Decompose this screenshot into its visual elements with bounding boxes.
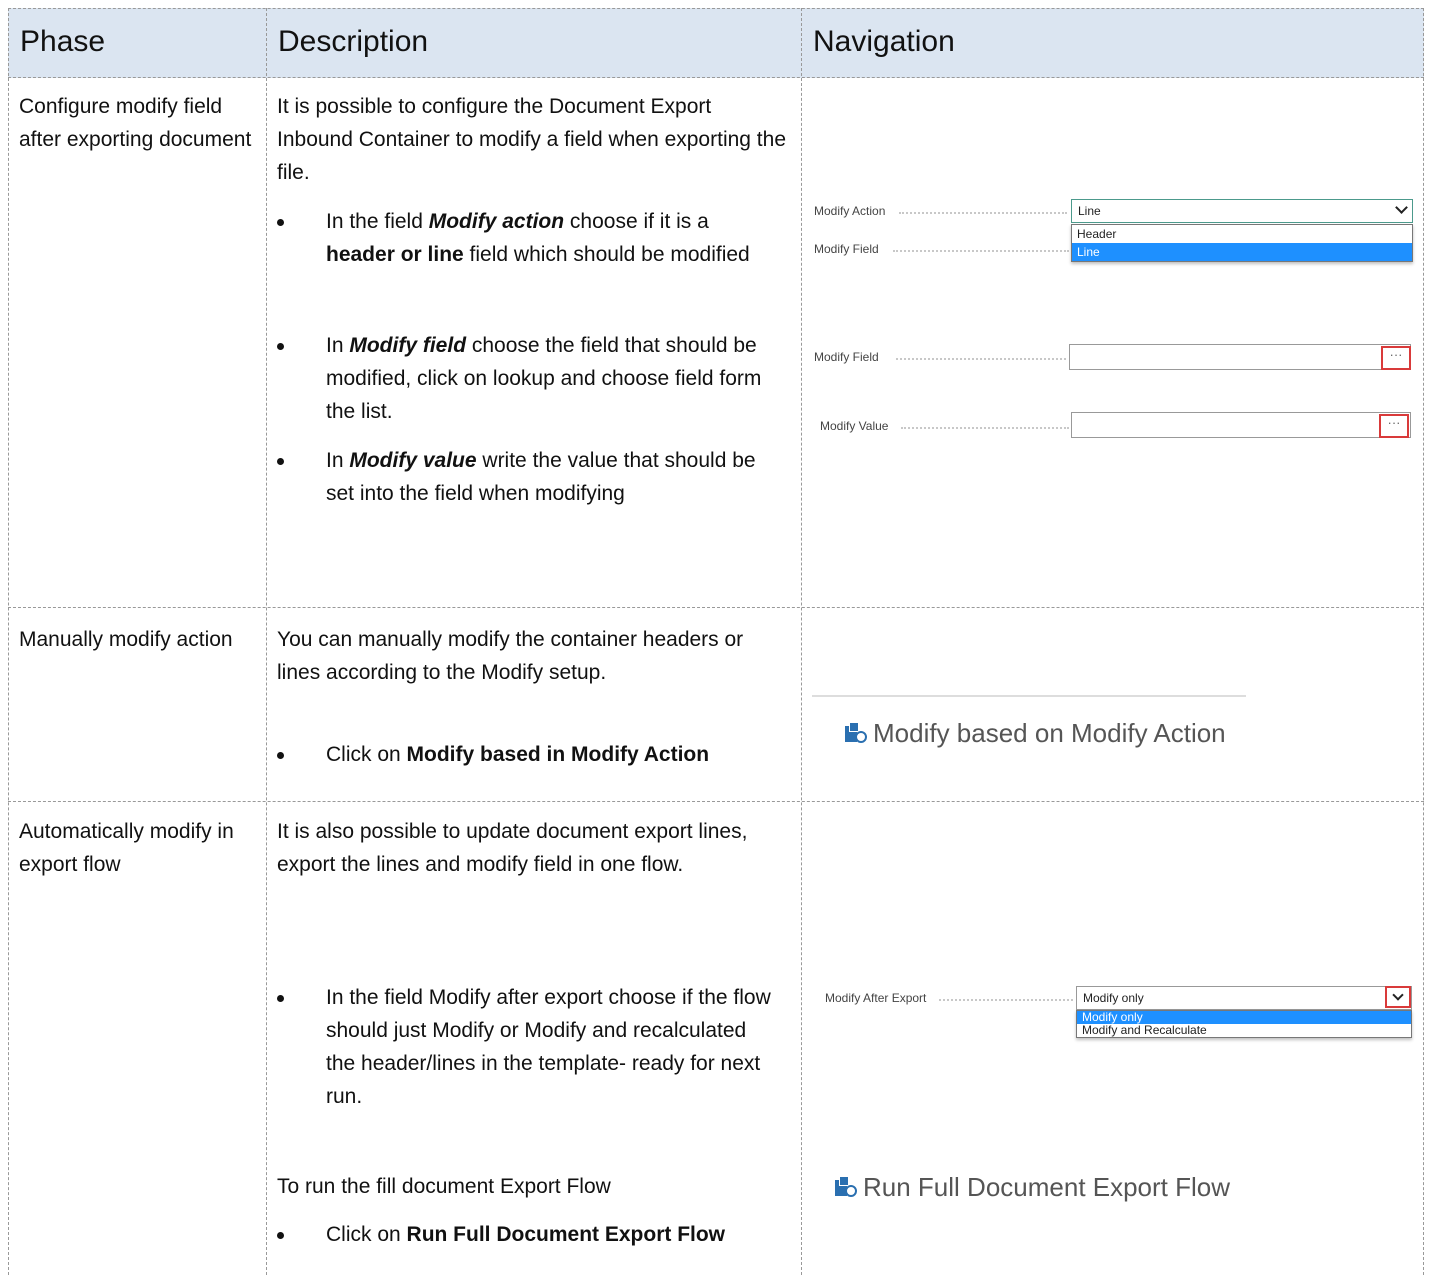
bullet-dot	[277, 219, 284, 226]
navigation-cell: Modify Action Line Modify Field Header L…	[801, 76, 1424, 607]
phase-text: Automatically modify in export flow	[19, 820, 234, 876]
navigation-cell: Modify After Export Modify only Modify o…	[801, 801, 1424, 1275]
option-header[interactable]: Header	[1072, 225, 1412, 243]
chevron-down-icon	[1395, 201, 1408, 214]
description-cell: You can manually modify the container he…	[266, 607, 801, 801]
table-row-configure: Configure modify field after exporting d…	[8, 76, 1424, 607]
chevron-down-icon	[1392, 989, 1404, 1001]
description-intro: It is also possible to update document e…	[277, 820, 748, 876]
leader-dots	[893, 250, 1069, 252]
bullet-text: In Modify value write the value that sho…	[326, 449, 756, 505]
phase-cell: Automatically modify in export flow	[8, 801, 266, 1275]
description-cell: It is possible to configure the Document…	[266, 76, 801, 607]
grid-line	[1423, 8, 1424, 1275]
bullet-dot	[277, 343, 284, 350]
header-cell-description: Description	[266, 9, 801, 77]
leader-dots	[939, 999, 1073, 1001]
header-cell-navigation: Navigation	[801, 9, 1424, 77]
grid-line	[8, 8, 9, 1275]
bullet-dot	[277, 1232, 284, 1239]
modify-action-select[interactable]: Line	[1071, 199, 1413, 223]
modify-action-label: Modify Action	[814, 204, 886, 218]
modify-field-label-behind: Modify Field	[814, 242, 879, 256]
bullet-text: In the field Modify after export choose …	[326, 986, 771, 1108]
modify-after-export-value: Modify only	[1083, 991, 1144, 1005]
phase-text: Configure modify field after exporting d…	[19, 95, 252, 151]
grid-line	[266, 8, 267, 1275]
table-row-automatic: Automatically modify in export flow It i…	[8, 801, 1424, 1275]
bullet-dot	[277, 995, 284, 1002]
grid-line	[8, 607, 1424, 608]
bullet-dot	[277, 752, 284, 759]
bullet-dot	[277, 458, 284, 465]
description-intro: You can manually modify the container he…	[277, 628, 744, 684]
table-row-manual: Manually modify action You can manually …	[8, 607, 1424, 801]
modify-value-input[interactable]	[1071, 412, 1411, 438]
grid-line	[801, 8, 802, 1275]
leader-dots	[901, 427, 1069, 429]
modify-field-input[interactable]	[1069, 344, 1411, 370]
phase-cell: Manually modify action	[8, 607, 266, 801]
phase-text: Manually modify action	[19, 628, 233, 651]
header-phase: Phase	[20, 25, 106, 58]
modify-action-value: Line	[1078, 204, 1101, 218]
header-cell-phase: Phase	[8, 9, 266, 77]
bullet-text: Click on Modify based in Modify Action	[326, 743, 710, 766]
modify-after-export-options: Modify only Modify and Recalculate	[1076, 1010, 1412, 1038]
run-full-flow-action[interactable]: Run Full Document Export Flow	[863, 1172, 1230, 1203]
description-intro: It is possible to configure the Document…	[277, 95, 786, 184]
description-cell: It is also possible to update document e…	[266, 801, 801, 1275]
modify-field-lookup-button[interactable]: ···	[1381, 346, 1411, 370]
run-flow-icon	[835, 1176, 859, 1198]
option-modify-and-recalculate[interactable]: Modify and Recalculate	[1077, 1024, 1411, 1037]
grid-line	[8, 801, 1424, 802]
modify-field-label: Modify Field	[814, 350, 879, 364]
modify-after-export-label: Modify After Export	[825, 991, 927, 1005]
modify-value-lookup-button[interactable]: ···	[1379, 414, 1409, 438]
leader-dots	[896, 358, 1066, 360]
navigation-cell: Modify based on Modify Action	[801, 607, 1424, 801]
option-line[interactable]: Line	[1072, 243, 1412, 261]
bullet-text: In the field Modify action choose if it …	[326, 210, 750, 266]
modify-after-export-select[interactable]: Modify only	[1076, 986, 1412, 1010]
run-flow-text: To run the fill document Export Flow	[277, 1175, 611, 1198]
phase-cell: Configure modify field after exporting d…	[8, 76, 266, 607]
header-navigation: Navigation	[813, 25, 955, 58]
bullet-text: Click on Run Full Document Export Flow	[326, 1223, 726, 1246]
header-description: Description	[278, 25, 429, 58]
separator	[812, 695, 1246, 697]
table-header-row: Phase Description Navigation	[8, 8, 1424, 78]
bullet-text: In Modify field choose the field that sh…	[326, 334, 762, 423]
leader-dots	[899, 212, 1067, 214]
modify-based-action[interactable]: Modify based on Modify Action	[873, 718, 1226, 749]
modify-after-export-dropdown-button[interactable]	[1385, 986, 1411, 1008]
modify-action-icon	[845, 722, 869, 744]
modify-value-label: Modify Value	[820, 419, 889, 433]
modify-action-options: Header Line	[1071, 224, 1413, 262]
